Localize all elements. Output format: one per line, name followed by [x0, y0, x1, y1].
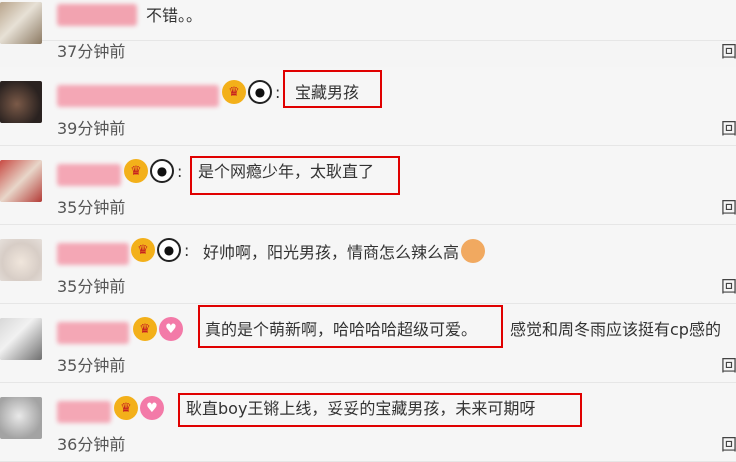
user-badges: ♛ ● : [124, 156, 182, 186]
user-badges: ♛ ♥ [133, 314, 183, 344]
panda-badge-icon: ● [157, 238, 181, 262]
username-blurred[interactable] [57, 401, 111, 423]
username-blurred[interactable] [57, 85, 219, 107]
reply-button[interactable]: 回 [721, 273, 736, 297]
panda-badge-icon: ● [150, 159, 174, 183]
highlight-box [283, 70, 382, 108]
comment-list: 不错。。 37分钟前 回 ♛ ● : 宝藏男孩 39分钟前 回 ♛ ● : 是个… [0, 0, 736, 462]
avatar[interactable] [0, 397, 42, 439]
avatar[interactable] [0, 160, 42, 202]
panda-badge-icon: ● [248, 80, 272, 104]
comment-item: ♛ ♥ 真的是个萌新啊，哈哈哈哈超级可爱。 感觉和周冬雨应该挺有cp感的 35分… [0, 304, 736, 383]
comment-item: ♛ ♥ 耿直boy王锵上线，妥妥的宝藏男孩，未来可期呀 36分钟前 回 [0, 383, 736, 462]
reply-button[interactable]: 回 [721, 352, 736, 376]
avatar[interactable] [0, 318, 42, 360]
comment-text: 不错。。 [146, 6, 203, 25]
comment-text: 好帅啊，阳光男孩，情商怎么辣么高 [203, 239, 486, 263]
reply-button[interactable]: 回 [721, 431, 736, 455]
username-blurred[interactable] [57, 4, 137, 26]
reply-button[interactable]: 回 [721, 38, 736, 62]
comment-item: ♛ ● : 宝藏男孩 39分钟前 回 [0, 67, 736, 146]
comment-time: 35分钟前 [57, 356, 126, 375]
highlight-box [190, 156, 400, 195]
comment-time: 37分钟前 [57, 42, 126, 61]
comment-time: 35分钟前 [57, 198, 126, 217]
comment-text-tail: 感觉和周冬雨应该挺有cp感的 [510, 320, 721, 339]
grin-emoji-icon [461, 239, 486, 263]
colon: : [177, 161, 183, 181]
crown-badge-icon: ♛ [114, 396, 138, 420]
avatar[interactable] [0, 2, 42, 44]
reply-button[interactable]: 回 [721, 115, 736, 139]
comment-time: 39分钟前 [57, 119, 126, 138]
comment-time: 35分钟前 [57, 277, 126, 296]
crown-badge-icon: ♛ [124, 159, 148, 183]
comment-text-main: 好帅啊，阳光男孩，情商怎么辣么高 [203, 243, 460, 262]
crown-badge-icon: ♛ [222, 80, 246, 104]
colon: : [184, 240, 190, 260]
heart-badge-icon: ♥ [140, 396, 164, 420]
highlight-box [198, 305, 503, 348]
user-badges: ♛ ● : [222, 77, 280, 107]
comment-time: 36分钟前 [57, 435, 126, 454]
comment-item: ♛ ● : 是个网瘾少年，太耿直了 35分钟前 回 [0, 146, 736, 225]
username-blurred[interactable] [57, 243, 129, 265]
heart-badge-icon: ♥ [159, 317, 183, 341]
avatar[interactable] [0, 239, 42, 281]
highlight-box [178, 393, 582, 427]
comment-item: 不错。。 37分钟前 回 [0, 0, 736, 61]
comment-item: ♛ ● : 好帅啊，阳光男孩，情商怎么辣么高 35分钟前 回 [0, 225, 736, 304]
reply-button[interactable]: 回 [721, 194, 736, 218]
colon: : [275, 82, 281, 102]
user-badges: ♛ ● : [131, 235, 189, 265]
user-badges: ♛ ♥ [114, 393, 164, 423]
avatar[interactable] [0, 81, 42, 123]
username-blurred[interactable] [57, 322, 129, 344]
crown-badge-icon: ♛ [133, 317, 157, 341]
crown-badge-icon: ♛ [131, 238, 155, 262]
username-blurred[interactable] [57, 164, 121, 186]
